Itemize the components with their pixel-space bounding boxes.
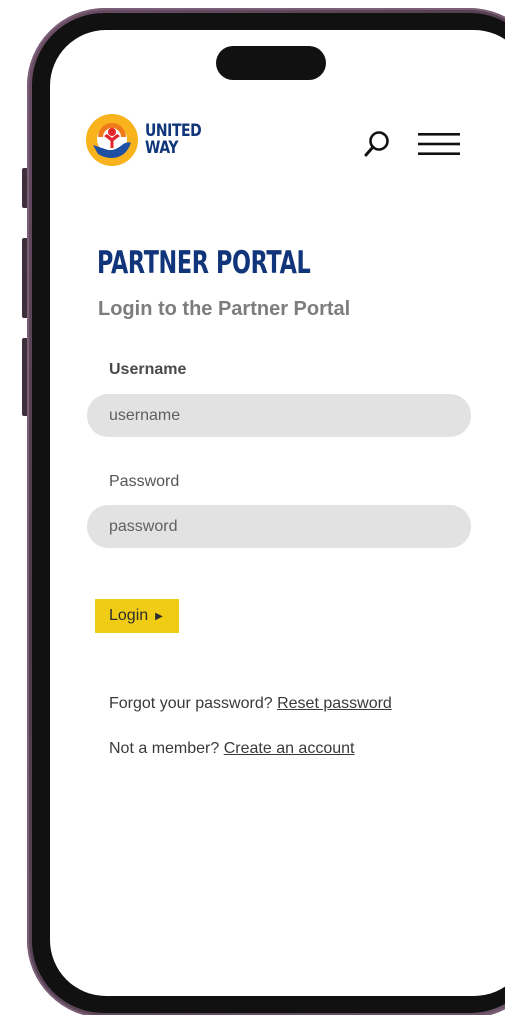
search-button[interactable]	[363, 129, 393, 159]
hamburger-menu-icon	[418, 133, 460, 155]
not-member-line: Not a member? Create an account	[109, 739, 354, 759]
page-subtitle: Login to the Partner Portal	[98, 298, 351, 320]
logo-wordmark: UNITED WAY	[140, 123, 214, 157]
login-button-label: Login	[109, 607, 149, 624]
reset-password-link[interactable]: Reset password	[277, 695, 392, 712]
username-label: Username	[109, 361, 187, 378]
forgot-password-line: Forgot your password? Reset password	[109, 694, 392, 714]
phone-mockup: UNITED WAY PARTNER PORTAL Login to the P…	[0, 0, 505, 1015]
dynamic-island	[216, 46, 326, 80]
united-way-emblem-icon	[86, 114, 138, 166]
page-title: PARTNER PORTAL	[97, 245, 311, 281]
username-input[interactable]	[87, 394, 471, 437]
create-account-link[interactable]: Create an account	[224, 740, 355, 757]
logo-text-line2: WAY	[145, 138, 179, 158]
login-button[interactable]: Login ▶	[95, 599, 179, 633]
password-label: Password	[109, 473, 180, 490]
united-way-logo[interactable]: UNITED WAY	[84, 112, 214, 168]
forgot-password-text: Forgot your password?	[109, 695, 273, 712]
not-member-text: Not a member?	[109, 740, 220, 757]
play-arrow-icon: ▶	[155, 611, 163, 622]
search-icon	[364, 131, 389, 157]
password-input[interactable]	[87, 505, 471, 548]
menu-button[interactable]	[418, 132, 460, 156]
phone-screen: UNITED WAY PARTNER PORTAL Login to the P…	[50, 30, 505, 996]
